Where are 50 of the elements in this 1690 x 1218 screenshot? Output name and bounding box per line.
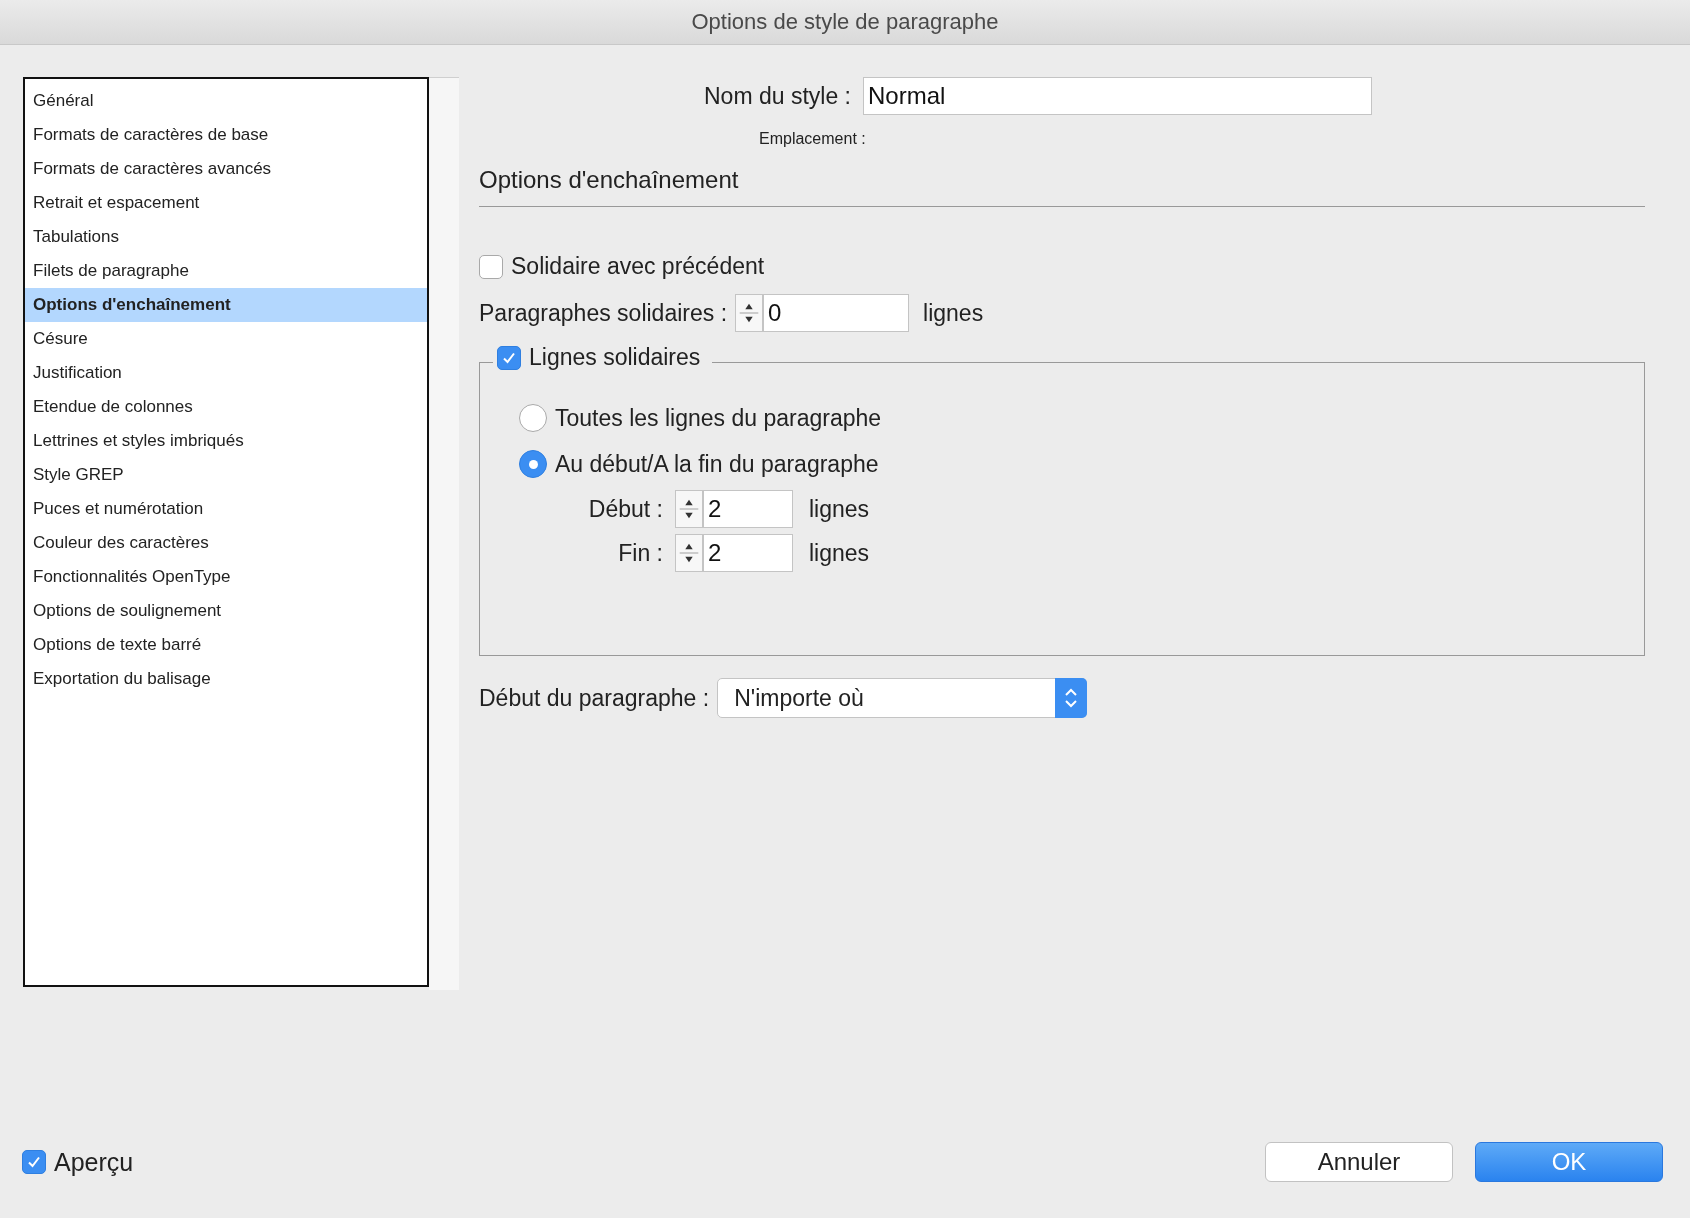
list-item[interactable]: Etendue de colonnes	[25, 390, 427, 424]
radio-label: Au début/A la fin du paragraphe	[555, 450, 879, 478]
checkbox[interactable]	[497, 345, 521, 370]
list-item[interactable]: Options de texte barré	[25, 628, 427, 662]
stepper-icon[interactable]	[675, 490, 703, 528]
list-item[interactable]: Formats de caractères avancés	[25, 152, 427, 186]
list-item[interactable]: Tabulations	[25, 220, 427, 254]
list-item[interactable]: Style GREP	[25, 458, 427, 492]
stepper-icon[interactable]	[735, 294, 764, 332]
start-dropdown[interactable]: N'importe où	[717, 678, 1088, 718]
section-title: Options d'enchaînement	[479, 166, 739, 193]
field-label: Début :	[587, 495, 663, 523]
window-title: Options de style de paragraphe	[691, 9, 999, 35]
list-item[interactable]: Lettrines et styles imbriqués	[25, 424, 427, 458]
field-label: Paragraphes solidaires :	[479, 299, 728, 327]
checkbox[interactable]	[479, 254, 503, 279]
list-item[interactable]: Options de soulignement	[25, 594, 427, 628]
checkbox[interactable]	[22, 1150, 46, 1174]
style-name-field[interactable]: Normal	[863, 77, 1372, 115]
field-label: Fin :	[617, 539, 663, 567]
list-item[interactable]: Exportation du balisage	[25, 662, 427, 696]
radio-button[interactable]	[519, 404, 547, 432]
number-field[interactable]: 2	[703, 490, 793, 528]
list-item[interactable]: Césure	[25, 322, 427, 356]
number-field[interactable]: 0	[763, 294, 910, 332]
chevron-icon	[1055, 678, 1088, 718]
stepper-icon[interactable]	[675, 534, 703, 572]
location-label: Emplacement :	[759, 130, 866, 147]
unit-label: lignes	[923, 299, 984, 327]
field-label: Nom du style :	[704, 82, 851, 110]
cancel-button[interactable]: Annuler	[1265, 1142, 1453, 1182]
unit-label: lignes	[809, 539, 870, 567]
list-item[interactable]: Justification	[25, 356, 427, 390]
list-item[interactable]: Retrait et espacement	[25, 186, 427, 220]
checkmark-icon	[26, 1154, 42, 1170]
list-item[interactable]: Options d'enchaînement	[25, 288, 427, 322]
radio-button[interactable]	[519, 450, 547, 478]
list-item[interactable]: Puces et numérotation	[25, 492, 427, 526]
list-item[interactable]: Formats de caractères de base	[25, 118, 427, 152]
list-item[interactable]: Couleur des caractères	[25, 526, 427, 560]
list-item[interactable]: Filets de paragraphe	[25, 254, 427, 288]
radio-label: Toutes les lignes du paragraphe	[555, 404, 882, 432]
number-field[interactable]: 2	[703, 534, 793, 572]
checkbox-label: Solidaire avec précédent	[511, 253, 765, 280]
checkbox-label: Lignes solidaires	[529, 344, 701, 371]
list-item[interactable]: Général	[25, 84, 427, 118]
unit-label: lignes	[809, 495, 870, 523]
field-label: Début du paragraphe :	[479, 684, 710, 712]
list-item[interactable]: Fonctionnalités OpenType	[25, 560, 427, 594]
checkbox-label: Aperçu	[54, 1147, 134, 1177]
